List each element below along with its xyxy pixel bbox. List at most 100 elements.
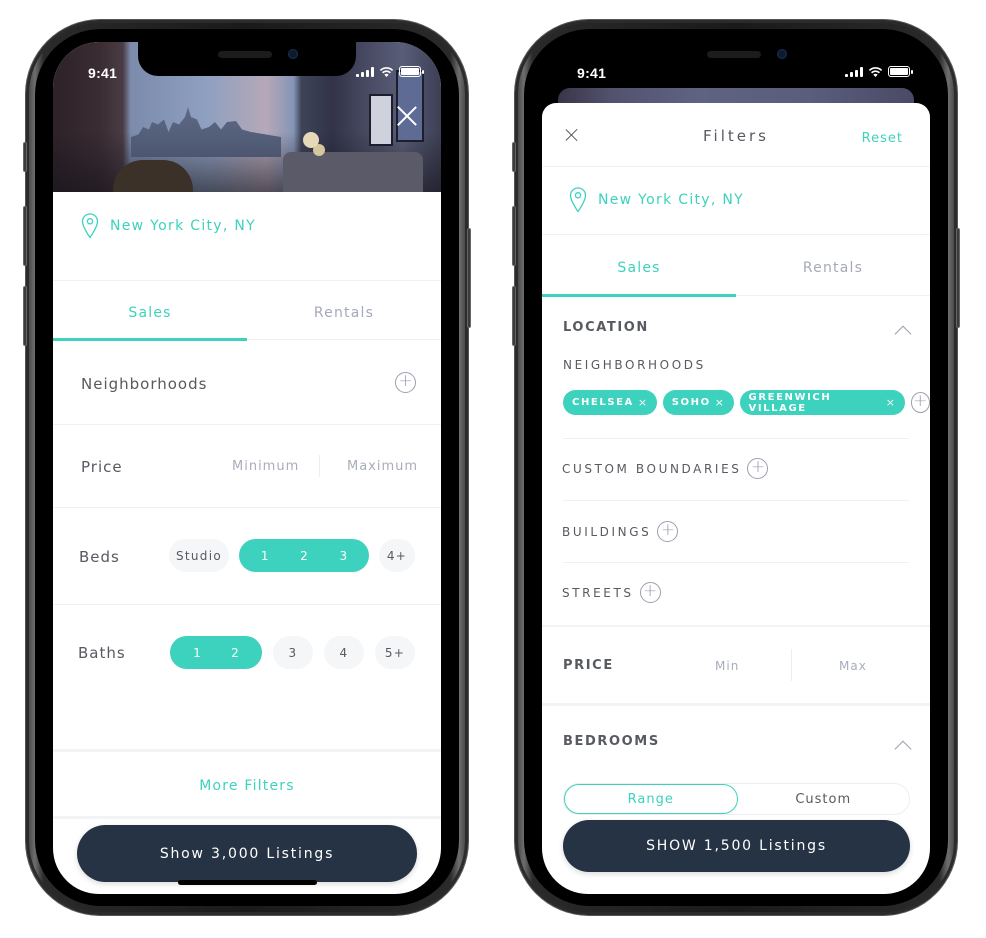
price-max-input[interactable]: Max	[839, 659, 867, 673]
more-filters-link[interactable]: More Filters	[53, 778, 441, 794]
baths-option-1[interactable]: 1	[193, 646, 201, 660]
divider	[53, 424, 441, 425]
custom-boundaries-label: CUSTOM BOUNDARIES	[562, 461, 742, 476]
baths-option-2[interactable]: 2	[231, 646, 239, 660]
phone-right: 9:41 Filters Reset New York City, NY Sal…	[512, 20, 960, 915]
location-text: New York City, NY	[110, 218, 257, 234]
reset-button[interactable]: Reset	[862, 131, 903, 146]
streets-row: STREETS +	[562, 582, 661, 603]
beds-option-2[interactable]: 2	[300, 549, 308, 563]
tab-bar: Sales Rentals	[542, 260, 930, 276]
baths-label: Baths	[78, 644, 126, 662]
beds-selected-range: 1 2 3	[239, 539, 369, 572]
beds-option-studio[interactable]: Studio	[169, 539, 229, 572]
volume-up-button	[23, 206, 27, 266]
location-row[interactable]: New York City, NY	[542, 187, 930, 213]
status-bar: 9:41	[542, 42, 930, 86]
tab-bar: Sales Rentals	[53, 305, 441, 321]
divider	[53, 749, 441, 752]
filters-sheet-screen: 9:41 Filters Reset New York City, NY Sal…	[542, 42, 930, 894]
remove-chip-icon[interactable]: ×	[886, 396, 897, 409]
add-neighborhood-button[interactable]: +	[395, 372, 416, 393]
city-skyline	[131, 107, 281, 157]
wifi-icon	[868, 67, 883, 77]
volume-up-button	[512, 206, 516, 266]
remove-chip-icon[interactable]: ×	[638, 396, 649, 409]
add-custom-boundary-button[interactable]: +	[747, 458, 769, 479]
phone-left: 9:41 New York City, NY Sales Rentals Nei…	[23, 20, 471, 915]
neighborhood-chips: CHELSEA × SOHO × GREENWICH VILLAGE × +	[563, 390, 930, 415]
divider	[563, 562, 909, 563]
chevron-up-icon[interactable]	[894, 325, 912, 343]
mode-custom[interactable]: Custom	[738, 784, 910, 814]
show-listings-button[interactable]: SHOW 1,500 Listings	[563, 820, 910, 872]
neighborhoods-label: Neighborhoods	[81, 375, 208, 393]
baths-option-3[interactable]: 3	[273, 636, 313, 669]
signal-icon	[845, 67, 863, 77]
status-bar: 9:41	[53, 42, 441, 86]
remove-chip-icon[interactable]: ×	[715, 396, 726, 409]
volume-down-button	[23, 286, 27, 346]
wifi-icon	[379, 67, 394, 77]
map-pin-icon	[81, 213, 99, 239]
divider	[542, 234, 930, 235]
price-separator	[319, 455, 320, 477]
mode-range[interactable]: Range	[564, 784, 738, 814]
bedrooms-mode-toggle: Range Custom	[563, 783, 910, 815]
chip-label: CHELSEA	[572, 397, 634, 408]
mute-switch	[512, 142, 516, 172]
price-heading: PRICE	[563, 658, 614, 673]
beds-option-3[interactable]: 3	[340, 549, 348, 563]
tab-rentals[interactable]: Rentals	[247, 305, 441, 321]
divider	[563, 500, 909, 501]
battery-icon	[888, 66, 913, 77]
divider	[53, 507, 441, 508]
status-time: 9:41	[577, 65, 607, 81]
add-neighborhood-button[interactable]: +	[910, 392, 930, 413]
add-street-button[interactable]: +	[639, 582, 661, 603]
price-min-input[interactable]: Minimum	[232, 459, 299, 474]
location-row[interactable]: New York City, NY	[53, 213, 441, 239]
baths-option-5plus[interactable]: 5+	[375, 636, 415, 669]
show-listings-button[interactable]: Show 3,000 Listings	[77, 825, 417, 882]
streets-label: STREETS	[562, 585, 634, 600]
add-building-button[interactable]: +	[657, 521, 679, 542]
divider	[53, 604, 441, 605]
baths-selected-range: 1 2	[170, 636, 262, 669]
close-icon[interactable]	[397, 106, 417, 126]
tab-underline	[53, 338, 247, 341]
tab-sales[interactable]: Sales	[53, 305, 247, 321]
price-separator	[791, 649, 792, 681]
beds-option-4plus[interactable]: 4+	[379, 539, 415, 572]
tab-underline	[542, 294, 736, 297]
baths-option-4[interactable]: 4	[324, 636, 364, 669]
tab-sales[interactable]: Sales	[542, 260, 736, 276]
chip-label: SOHO	[671, 397, 711, 408]
home-indicator	[178, 880, 317, 885]
chip-greenwich-village: GREENWICH VILLAGE ×	[739, 390, 905, 415]
filters-sheet: Filters Reset New York City, NY Sales Re…	[542, 103, 930, 894]
location-text: New York City, NY	[598, 192, 745, 208]
chip-label: GREENWICH VILLAGE	[748, 391, 832, 414]
neighborhoods-label: NEIGHBORHOODS	[563, 358, 706, 372]
bedrooms-heading: BEDROOMS	[563, 734, 660, 749]
price-min-input[interactable]: Min	[715, 659, 739, 673]
volume-down-button	[512, 286, 516, 346]
lamp	[303, 132, 319, 148]
beds-option-1[interactable]: 1	[261, 549, 269, 563]
beds-label: Beds	[79, 548, 120, 566]
map-pin-icon	[569, 187, 587, 213]
tab-rentals[interactable]: Rentals	[736, 260, 930, 276]
custom-boundaries-row: CUSTOM BOUNDARIES +	[562, 458, 769, 479]
divider	[542, 166, 930, 167]
price-label: Price	[81, 458, 123, 476]
battery-icon	[399, 66, 424, 77]
status-time: 9:41	[88, 65, 118, 81]
chevron-up-icon[interactable]	[894, 740, 912, 758]
plus-icon: +	[398, 371, 413, 391]
divider	[563, 438, 909, 439]
buildings-label: BUILDINGS	[562, 524, 652, 539]
mute-switch	[23, 142, 27, 172]
sofa	[283, 152, 423, 192]
price-max-input[interactable]: Maximum	[347, 459, 418, 474]
